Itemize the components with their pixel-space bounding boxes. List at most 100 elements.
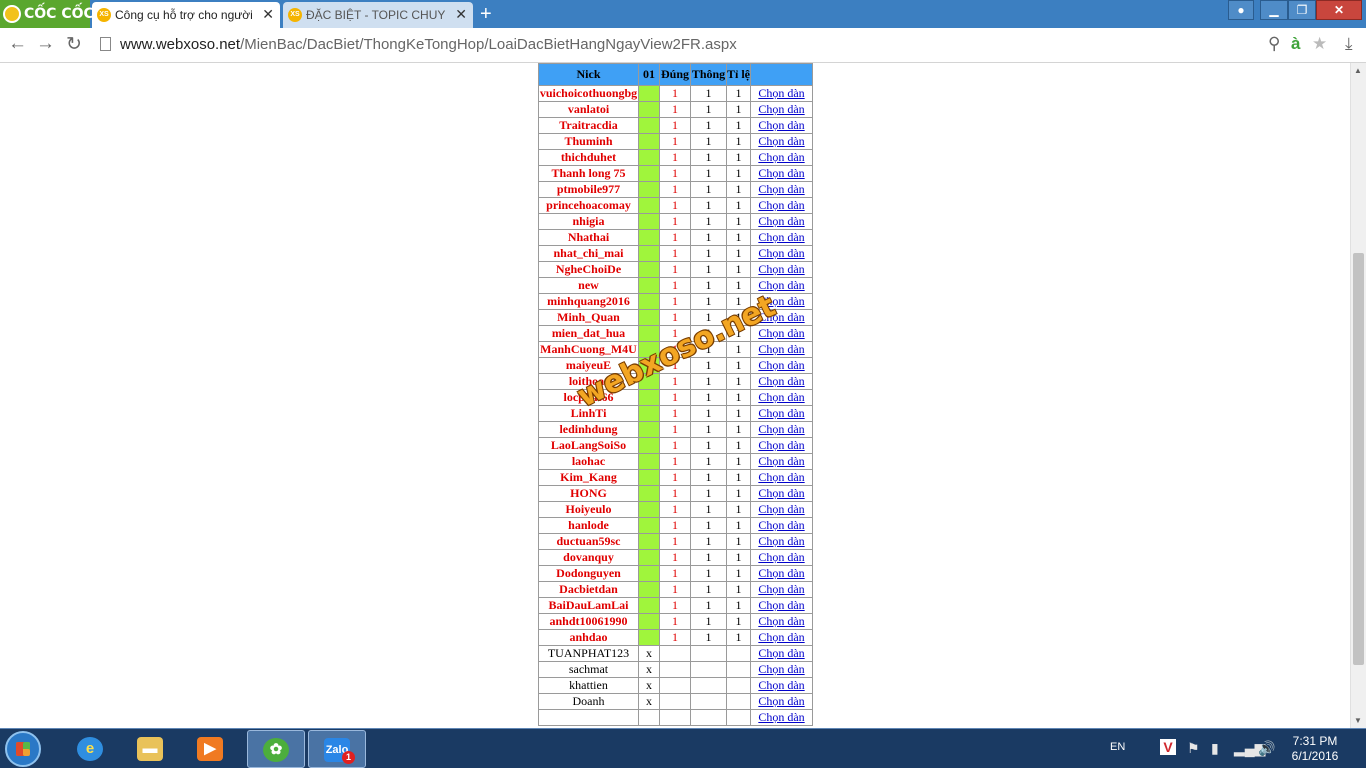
chon-dan-link[interactable]: Chọn dàn (758, 567, 804, 581)
thong-cell: 1 (690, 549, 727, 566)
maximize-button[interactable]: ❐ (1288, 0, 1316, 20)
tab-cong-cu[interactable]: XS Công cụ hỗ trợ cho người ✕ (92, 2, 280, 28)
chon-dan-link[interactable]: Chọn dàn (758, 247, 804, 261)
chon-dan-link[interactable]: Chọn dàn (758, 231, 804, 245)
minimize-button[interactable]: ▁ (1260, 0, 1288, 20)
taskbar-file-explorer[interactable]: ▬ (122, 730, 180, 768)
table-row: TUANPHAT123 x Chọn dàn (538, 645, 813, 662)
nick-cell: loithoat (538, 373, 639, 390)
k01-cell (638, 597, 660, 614)
chon-dan-link[interactable]: Chọn dàn (758, 167, 804, 181)
chon-dan-link[interactable]: Chọn dàn (758, 711, 804, 725)
link-cell: Chọn dàn (750, 133, 813, 150)
tile-cell (726, 645, 751, 662)
chon-dan-link[interactable]: Chọn dàn (758, 615, 804, 629)
table-row: minhquang2016 1 1 1 Chọn dàn (538, 293, 813, 310)
antivirus-icon[interactable]: V (1160, 739, 1176, 755)
chon-dan-link[interactable]: Chọn dàn (758, 631, 804, 645)
nick-cell: TUANPHAT123 (538, 645, 639, 662)
vietnamese-typing-icon[interactable]: à (1291, 34, 1300, 54)
chon-dan-link[interactable]: Chọn dàn (758, 487, 804, 501)
chon-dan-link[interactable]: Chọn dàn (758, 599, 804, 613)
k01-cell (638, 229, 660, 246)
address-bar[interactable]: www.webxoso.net/MienBac/DacBiet/ThongKeT… (120, 36, 737, 53)
chon-dan-link[interactable]: Chọn dàn (758, 263, 804, 277)
k01-cell (638, 501, 660, 518)
chon-dan-link[interactable]: Chọn dàn (758, 359, 804, 373)
chon-dan-link[interactable]: Chọn dàn (758, 519, 804, 533)
chon-dan-link[interactable]: Chọn dàn (758, 471, 804, 485)
taskbar-internet-explorer[interactable]: e (62, 730, 120, 768)
dung-cell: 1 (659, 197, 691, 214)
table-row: Thanh long 75 1 1 1 Chọn dàn (538, 165, 813, 182)
dung-cell: 1 (659, 357, 691, 374)
taskbar-media-player[interactable]: ▶ (182, 730, 240, 768)
taskbar-zalo[interactable]: Zalo 1 (308, 730, 366, 768)
nick-cell: nhat_chi_mai (538, 245, 639, 262)
link-cell: Chọn dàn (750, 101, 813, 118)
chon-dan-link[interactable]: Chọn dàn (758, 119, 804, 133)
system-clock[interactable]: 7:31 PM 6/1/2016 (1280, 734, 1350, 764)
coccoc-logo[interactable]: CỐC CỐC (0, 0, 94, 28)
forward-arrow-icon[interactable]: → (36, 33, 55, 55)
chon-dan-link[interactable]: Chọn dàn (758, 391, 804, 405)
chon-dan-link[interactable]: Chọn dàn (758, 183, 804, 197)
dung-cell: 1 (659, 613, 691, 630)
chon-dan-link[interactable]: Chọn dàn (758, 663, 804, 677)
scrollbar-thumb[interactable] (1353, 253, 1364, 665)
start-button[interactable] (5, 731, 41, 767)
chon-dan-link[interactable]: Chọn dàn (758, 407, 804, 421)
tab-close-icon[interactable]: ✕ (455, 6, 467, 23)
chon-dan-link[interactable]: Chọn dàn (758, 343, 804, 357)
k01-cell (638, 533, 660, 550)
language-indicator[interactable]: EN (1110, 741, 1125, 753)
taskbar-coccoc[interactable]: ✿ (247, 730, 305, 768)
nick-cell: new (538, 277, 639, 294)
download-icon[interactable]: ⤓ (1345, 34, 1353, 54)
dung-cell: 1 (659, 277, 691, 294)
chon-dan-link[interactable]: Chọn dàn (758, 423, 804, 437)
chon-dan-link[interactable]: Chọn dàn (758, 551, 804, 565)
chon-dan-link[interactable]: Chọn dàn (758, 455, 804, 469)
vertical-scrollbar[interactable]: ▲ ▼ (1350, 63, 1366, 728)
chon-dan-link[interactable]: Chọn dàn (758, 215, 804, 229)
tile-cell: 1 (726, 613, 751, 630)
profile-button[interactable]: ● (1228, 0, 1254, 20)
new-tab-icon[interactable]: + (480, 3, 492, 26)
chon-dan-link[interactable]: Chọn dàn (758, 199, 804, 213)
tab-close-icon[interactable]: ✕ (262, 6, 274, 23)
chon-dan-link[interactable]: Chọn dàn (758, 647, 804, 661)
action-center-flag-icon[interactable]: ⚑ (1187, 740, 1200, 757)
tile-cell: 1 (726, 501, 751, 518)
chon-dan-link[interactable]: Chọn dàn (758, 135, 804, 149)
chon-dan-link[interactable]: Chọn dàn (758, 295, 804, 309)
chon-dan-link[interactable]: Chọn dàn (758, 151, 804, 165)
chon-dan-link[interactable]: Chọn dàn (758, 327, 804, 341)
bookmark-star-icon[interactable]: ★ (1312, 34, 1327, 54)
nick-cell: Traitracdia (538, 117, 639, 134)
volume-icon[interactable]: 🔊 (1258, 740, 1275, 757)
table-row: Traitracdia 1 1 1 Chọn dàn (538, 117, 813, 134)
link-cell: Chọn dàn (750, 341, 813, 358)
chon-dan-link[interactable]: Chọn dàn (758, 279, 804, 293)
chon-dan-link[interactable]: Chọn dàn (758, 695, 804, 709)
chon-dan-link[interactable]: Chọn dàn (758, 583, 804, 597)
chon-dan-link[interactable]: Chọn dàn (758, 439, 804, 453)
chon-dan-link[interactable]: Chọn dàn (758, 311, 804, 325)
close-window-button[interactable]: ✕ (1316, 0, 1362, 20)
chon-dan-link[interactable]: Chọn dàn (758, 535, 804, 549)
chon-dan-link[interactable]: Chọn dàn (758, 375, 804, 389)
k01-cell (638, 437, 660, 454)
reload-icon[interactable]: ↻ (66, 33, 82, 56)
chon-dan-link[interactable]: Chọn dàn (758, 679, 804, 693)
thong-cell (690, 645, 727, 662)
scroll-down-icon[interactable]: ▼ (1354, 716, 1362, 725)
battery-icon[interactable]: ▮ (1211, 740, 1219, 757)
chon-dan-link[interactable]: Chọn dàn (758, 87, 804, 101)
zoom-icon[interactable]: ⚲ (1268, 34, 1280, 54)
chon-dan-link[interactable]: Chọn dàn (758, 503, 804, 517)
chon-dan-link[interactable]: Chọn dàn (758, 103, 804, 117)
scroll-up-icon[interactable]: ▲ (1354, 66, 1362, 75)
back-arrow-icon[interactable]: ← (8, 33, 27, 55)
tab-dac-biet[interactable]: XS ĐẶC BIỆT - TOPIC CHUYÊN ✕ (283, 2, 473, 28)
